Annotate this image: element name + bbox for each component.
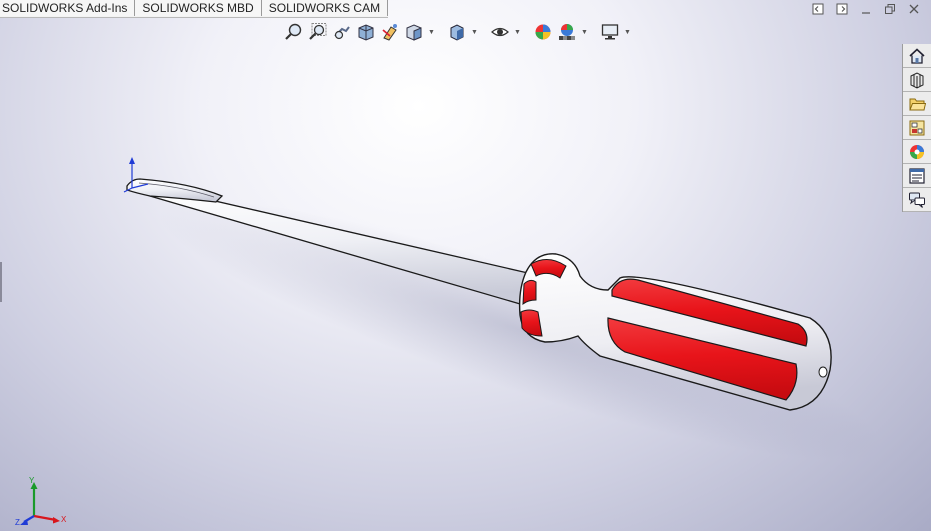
forum-icon[interactable]: [903, 188, 931, 212]
reference-triad[interactable]: Y X Z: [14, 474, 70, 526]
apply-scene-icon[interactable]: [556, 21, 578, 43]
tab-solidworks-cam[interactable]: SOLIDWORKS CAM: [261, 0, 389, 16]
view-settings-dropdown-icon[interactable]: ▼: [623, 21, 632, 43]
appearances-scenes-icon[interactable]: [903, 140, 931, 164]
design-library-icon[interactable]: [903, 68, 931, 92]
origin-y-arrow: [129, 157, 135, 164]
solidworks-graphics-area[interactable]: SOLIDWORKS Add-Ins SOLIDWORKS MBD SOLIDW…: [0, 0, 931, 531]
task-pane: [902, 44, 931, 212]
tile-right-icon[interactable]: [835, 2, 849, 16]
custom-properties-icon[interactable]: [903, 164, 931, 188]
view-settings-icon[interactable]: [599, 21, 621, 43]
hide-show-items-icon[interactable]: [489, 21, 511, 43]
zoom-to-area-icon[interactable]: [307, 21, 329, 43]
model-viewport[interactable]: [0, 0, 931, 531]
close-icon[interactable]: [907, 2, 921, 16]
collar-facet-left: [522, 279, 537, 306]
file-explorer-icon[interactable]: [903, 92, 931, 116]
handle-hang-hole: [818, 366, 828, 378]
section-view-icon[interactable]: [355, 21, 377, 43]
triad-y-label: Y: [29, 476, 35, 485]
tab-solidworks-mbd[interactable]: SOLIDWORKS MBD: [135, 0, 262, 16]
home-icon[interactable]: [903, 44, 931, 68]
tile-left-icon[interactable]: [811, 2, 825, 16]
tab-solidworks-add-ins[interactable]: SOLIDWORKS Add-Ins: [0, 0, 136, 16]
restore-icon[interactable]: [883, 2, 897, 16]
triad-x-label: X: [61, 515, 67, 524]
edit-appearance-icon[interactable]: [532, 21, 554, 43]
display-style-dropdown-icon[interactable]: ▼: [470, 21, 479, 43]
view-orientation-dropdown-icon[interactable]: ▼: [427, 21, 436, 43]
document-window-controls: [811, 2, 921, 16]
apply-scene-dropdown-icon[interactable]: ▼: [580, 21, 589, 43]
command-manager-tabs: SOLIDWORKS Add-Ins SOLIDWORKS MBD SOLIDW…: [0, 0, 389, 18]
previous-view-icon[interactable]: [331, 21, 353, 43]
minimize-icon[interactable]: [859, 2, 873, 16]
display-style-icon[interactable]: [446, 21, 468, 43]
hide-show-dropdown-icon[interactable]: ▼: [513, 21, 522, 43]
view-orientation-icon[interactable]: [403, 21, 425, 43]
dynamic-annotation-views-icon[interactable]: [379, 21, 401, 43]
triad-z-label: Z: [15, 518, 20, 526]
left-panel-edge[interactable]: [0, 262, 2, 302]
zoom-to-fit-icon[interactable]: [283, 21, 305, 43]
heads-up-view-toolbar: ▼ ▼ ▼ ▼ ▼: [283, 20, 632, 44]
view-palette-icon[interactable]: [903, 116, 931, 140]
